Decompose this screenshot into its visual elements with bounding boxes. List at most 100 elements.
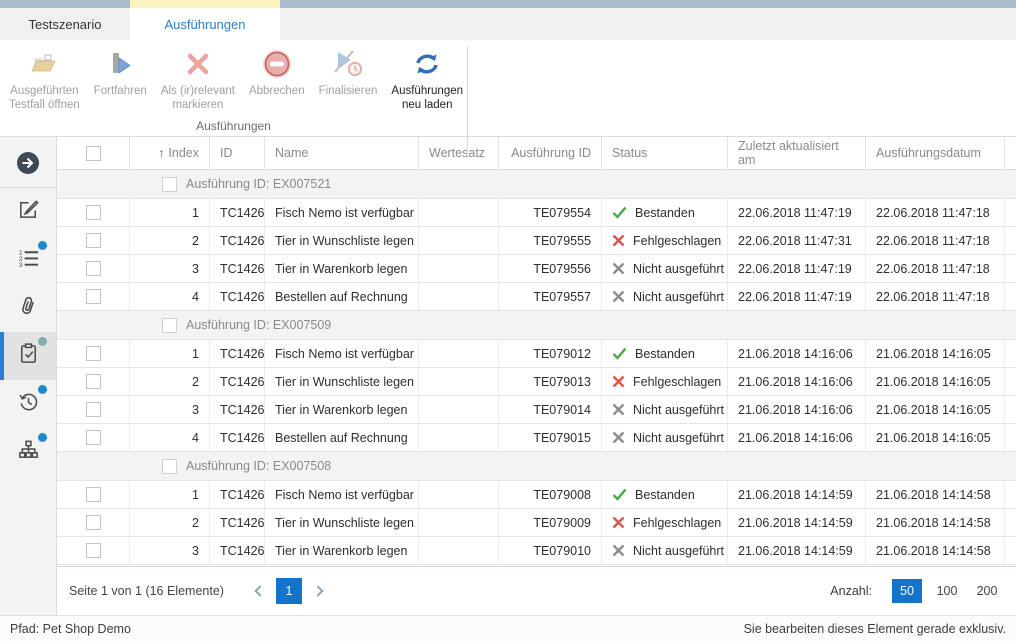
- column-header-updated[interactable]: Zuletzt aktualisiert am: [728, 137, 866, 169]
- finalize-button[interactable]: Finalisieren: [312, 46, 385, 98]
- row-checkbox[interactable]: [86, 374, 101, 389]
- column-header-wertesatz[interactable]: Wertesatz: [419, 137, 499, 169]
- status-cell: Fehlgeschlagen: [602, 368, 728, 395]
- table-row[interactable]: 3TC142665Tier in Warenkorb legenTE079014…: [57, 396, 1016, 424]
- table-row[interactable]: 4TC142659Bestellen auf RechnungTE079557N…: [57, 283, 1016, 311]
- sidebar-item-edit[interactable]: [0, 188, 56, 236]
- row-checkbox[interactable]: [86, 346, 101, 361]
- group-checkbox[interactable]: [162, 318, 177, 333]
- reload-executions-button[interactable]: Ausführungen neu laden: [384, 46, 470, 112]
- notification-dot: [38, 337, 47, 346]
- status-cell: Nicht ausgeführt: [602, 283, 728, 310]
- column-header-execution-id[interactable]: Ausführung ID: [499, 137, 602, 169]
- row-checkbox[interactable]: [86, 402, 101, 417]
- row-checkbox[interactable]: [86, 233, 101, 248]
- row-checkbox[interactable]: [86, 289, 101, 304]
- wertesatz-cell: [419, 509, 499, 536]
- column-header-id[interactable]: ID: [210, 137, 265, 169]
- wertesatz-cell: [419, 396, 499, 423]
- row-checkbox[interactable]: [86, 543, 101, 558]
- sidebar-item-history[interactable]: [0, 380, 56, 428]
- group-checkbox[interactable]: [162, 459, 177, 474]
- open-executed-testcase-button[interactable]: Ausgeführten Testfall öffnen: [2, 46, 87, 112]
- row-checkbox[interactable]: [86, 430, 101, 445]
- sidebar-item-steps-list[interactable]: 1 2 3: [0, 236, 56, 284]
- page-button[interactable]: 1: [276, 578, 302, 604]
- status-cell: Nicht ausgeführt: [602, 424, 728, 451]
- row-checkbox[interactable]: [86, 487, 101, 502]
- status-label: Bestanden: [635, 347, 695, 361]
- open-executed-testcase-icon: [28, 46, 60, 82]
- execution-group-row[interactable]: Ausführung ID: EX007521: [57, 170, 1016, 199]
- execution-group-row[interactable]: Ausführung ID: EX007508: [57, 452, 1016, 481]
- sidebar-item-go-forward[interactable]: [0, 143, 56, 187]
- status-failed-icon: [612, 375, 625, 388]
- select-all-checkbox[interactable]: [86, 146, 101, 161]
- row-checkbox[interactable]: [86, 205, 101, 220]
- resume-label: Fortfahren: [94, 84, 147, 98]
- column-header-index[interactable]: ↑ Index: [130, 137, 210, 169]
- index-cell: 3: [130, 255, 210, 282]
- next-page-button[interactable]: [307, 578, 329, 604]
- testcase-name-cell: Bestellen auf Rechnung: [265, 283, 419, 310]
- cancel-icon: [260, 46, 294, 82]
- testcase-id-cell: TC142665: [210, 255, 265, 282]
- index-cell: 1: [130, 340, 210, 367]
- status-label: Nicht ausgeführt: [633, 431, 724, 445]
- table-row[interactable]: 1TC142663Fisch Nemo ist verfügbarTE07901…: [57, 340, 1016, 368]
- mark-irrelevant-button[interactable]: Als (ir)relevant markieren: [154, 46, 242, 112]
- edit-icon: [17, 198, 40, 226]
- updated-at-cell: 21.06.2018 14:14:59: [728, 481, 866, 508]
- tab-testszenario[interactable]: Testszenario: [0, 8, 130, 40]
- row-checkbox[interactable]: [86, 515, 101, 530]
- wertesatz-cell: [419, 199, 499, 226]
- go-forward-icon: [15, 150, 41, 181]
- previous-page-button[interactable]: [249, 578, 271, 604]
- resume-button[interactable]: Fortfahren: [87, 46, 154, 98]
- resume-icon: [104, 46, 136, 82]
- execution-id-cell: TE079014: [499, 396, 602, 423]
- table-row[interactable]: 1TC142663Fisch Nemo ist verfügbarTE07955…: [57, 199, 1016, 227]
- table-row[interactable]: 2TC142666Tier in Wunschliste legenTE0795…: [57, 227, 1016, 255]
- testcase-id-cell: TC142665: [210, 537, 265, 564]
- status-failed-icon: [612, 516, 625, 529]
- sidebar-item-attachments[interactable]: [0, 284, 56, 332]
- status-passed-icon: [612, 488, 627, 501]
- execution-group-row[interactable]: Ausführung ID: EX007509: [57, 311, 1016, 340]
- reload-executions-icon: [411, 46, 443, 82]
- page-size-option[interactable]: 200: [972, 579, 1002, 603]
- tab-ausfuehrungen[interactable]: Ausführungen: [130, 8, 280, 40]
- column-header-status[interactable]: Status: [602, 137, 728, 169]
- column-header-info[interactable]: In: [1005, 137, 1016, 169]
- page-size-option[interactable]: 50: [892, 579, 922, 603]
- cancel-button[interactable]: Abbrechen: [242, 46, 312, 98]
- execution-date-cell: 21.06.2018 14:16:05: [866, 396, 1005, 423]
- status-label: Nicht ausgeführt: [633, 403, 724, 417]
- execution-date-cell: 21.06.2018 14:16:05: [866, 424, 1005, 451]
- testcase-name-cell: Tier in Wunschliste legen: [265, 227, 419, 254]
- table-row[interactable]: 2TC142666Tier in Wunschliste legenTE0790…: [57, 509, 1016, 537]
- table-row[interactable]: 3TC142665Tier in Warenkorb legenTE079010…: [57, 537, 1016, 565]
- group-checkbox[interactable]: [162, 177, 177, 192]
- row-select-cell: [57, 424, 130, 451]
- status-label: Fehlgeschlagen: [633, 516, 721, 530]
- row-checkbox[interactable]: [86, 261, 101, 276]
- table-row[interactable]: 4TC142659Bestellen auf RechnungTE079015N…: [57, 424, 1016, 452]
- column-header-execution-date[interactable]: Ausführungsdatum: [866, 137, 1005, 169]
- index-cell: 3: [130, 396, 210, 423]
- status-cell: Nicht ausgeführt: [602, 396, 728, 423]
- table-row[interactable]: 1TC142663Fisch Nemo ist verfügbarTE07900…: [57, 481, 1016, 509]
- table-row[interactable]: 2TC142666Tier in Wunschliste legenTE0790…: [57, 368, 1016, 396]
- table-row[interactable]: 3TC142665Tier in Warenkorb legenTE079556…: [57, 255, 1016, 283]
- column-header-name[interactable]: Name: [265, 137, 419, 169]
- group-label: Ausführung ID: EX007509: [186, 318, 331, 332]
- status-label: Nicht ausgeführt: [633, 262, 724, 276]
- sidebar-item-hierarchy[interactable]: [0, 428, 56, 476]
- info-cell: R: [1005, 368, 1016, 395]
- wertesatz-cell: [419, 340, 499, 367]
- execution-date-cell: 21.06.2018 14:16:05: [866, 340, 1005, 367]
- wertesatz-cell: [419, 537, 499, 564]
- page-size-option[interactable]: 100: [932, 579, 962, 603]
- execution-date-cell: 22.06.2018 11:47:18: [866, 283, 1005, 310]
- sidebar-item-executions[interactable]: [0, 332, 56, 380]
